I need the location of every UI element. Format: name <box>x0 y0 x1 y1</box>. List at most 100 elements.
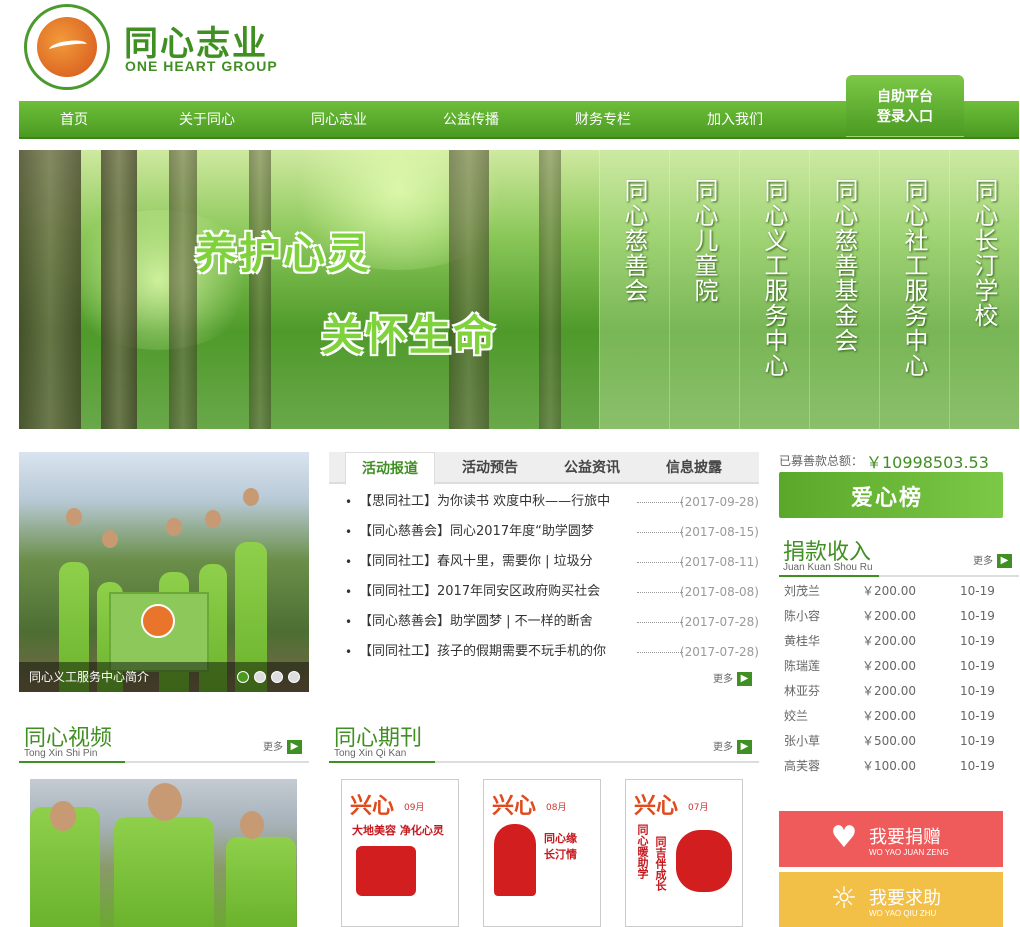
news-item[interactable]: • 【同同社工】孩子的假期需要不玩手机的你 (2017-07-28) <box>345 637 759 667</box>
journal-cover[interactable]: 兴心 07月 同心暖助学 同吉伴成长 <box>625 779 743 927</box>
brand-name-en: ONE HEART GROUP <box>125 58 278 74</box>
slider-dot-2[interactable] <box>254 671 266 683</box>
donor-name: 高芙蓉 <box>784 759 821 773</box>
news-date: (2017-08-15) <box>679 525 759 539</box>
banner-panel-label: 同心慈善基金会 <box>830 178 858 353</box>
papercut-girl-icon <box>494 824 536 896</box>
self-service-login-button[interactable]: 自助平台 登录入口 <box>846 75 964 137</box>
news-title[interactable]: 【同心慈善会】同心2017年度“助学圆梦 <box>359 517 635 547</box>
banner-panel-foundation[interactable]: 同心慈善基金会 <box>809 150 879 429</box>
donation-amount: ￥200.00 <box>862 609 916 623</box>
slider-dot-1[interactable] <box>237 671 249 683</box>
photo-person-head <box>102 530 118 548</box>
tab-charity-news[interactable]: 公益资讯 <box>547 452 637 484</box>
donation-total-value: ￥10998503.53 <box>866 453 989 472</box>
more-label: 更多 <box>713 674 733 685</box>
donate-label: 我要捐赠 <box>869 827 941 848</box>
request-help-button[interactable]: ☼ 我要求助 WO YAO QIU ZHU <box>779 872 1003 927</box>
logo[interactable] <box>24 4 110 90</box>
nav-item-communication[interactable]: 公益传播 <box>431 101 511 139</box>
news-title[interactable]: 【思同社工】为你读书 欢度中秋——行旅中 <box>359 487 635 517</box>
video-person <box>114 817 214 927</box>
hero-banner: 养护心灵 关怀生命 同心慈善会 同心儿童院 同心义工服务中心 同心慈善基金会 同… <box>19 150 1019 429</box>
journal-more-link[interactable]: 更多 ▶ <box>713 738 752 754</box>
journal-mark: 兴心 <box>350 794 395 819</box>
news-list: • 【思同社工】为你读书 欢度中秋——行旅中 (2017-09-28) • 【同… <box>345 487 759 667</box>
slider-dot-3[interactable] <box>271 671 283 683</box>
dotted-leader <box>637 622 683 623</box>
slider-dot-4[interactable] <box>288 671 300 683</box>
banner-panel-charity[interactable]: 同心慈善会 <box>599 150 669 429</box>
donation-amount: ￥200.00 <box>862 584 916 598</box>
help-label: 我要求助 <box>869 888 941 909</box>
banner-panel-school[interactable]: 同心长汀学校 <box>949 150 1019 429</box>
nav-item-join[interactable]: 加入我们 <box>695 101 775 139</box>
banner-panel-volunteer[interactable]: 同心义工服务中心 <box>739 150 809 429</box>
tab-activity-reports[interactable]: 活动报道 <box>345 452 435 486</box>
love-board-button[interactable]: 爱心榜 <box>779 472 1003 518</box>
journal-cover[interactable]: 兴心 09月 大地美容 净化心灵 <box>341 779 459 927</box>
journal-cover[interactable]: 兴心 08月 同心缘 长汀情 <box>483 779 601 927</box>
video-more-link[interactable]: 更多 ▶ <box>263 738 302 754</box>
nav-item-home[interactable]: 首页 <box>41 101 107 139</box>
donation-more-link[interactable]: 更多 ▶ <box>973 552 1012 568</box>
journal-section-subtitle: Tong Xin Qi Kan <box>334 748 407 759</box>
donation-list: 刘茂兰 ￥200.00 10-19 陈小容 ￥200.00 10-19 黄桂华 … <box>779 579 1019 779</box>
more-label: 更多 <box>263 742 283 753</box>
video-thumbnail[interactable] <box>30 779 297 927</box>
news-title[interactable]: 【同同社工】孩子的假期需要不玩手机的你 <box>359 637 635 667</box>
donation-date: 10-19 <box>960 584 995 598</box>
donation-date: 10-19 <box>960 609 995 623</box>
dotted-leader <box>637 502 683 503</box>
donor-name: 黄桂华 <box>784 634 821 648</box>
video-person-head <box>240 811 264 839</box>
donation-row: 张小草 ￥500.00 10-19 <box>779 729 1019 754</box>
tab-activity-preview[interactable]: 活动预告 <box>445 452 535 484</box>
journal-month: 09月 <box>404 803 425 813</box>
nav-item-finance[interactable]: 财务专栏 <box>563 101 643 139</box>
tab-disclosure[interactable]: 信息披露 <box>649 452 739 484</box>
arrow-right-icon: ▶ <box>287 740 302 754</box>
news-item[interactable]: • 【同心慈善会】同心2017年度“助学圆梦 (2017-08-15) <box>345 517 759 547</box>
banner-panel-children[interactable]: 同心儿童院 <box>669 150 739 429</box>
donation-section-subtitle: Juan Kuan Shou Ru <box>783 562 873 573</box>
arrow-right-icon: ▶ <box>737 672 752 686</box>
news-item[interactable]: • 【思同社工】为你读书 欢度中秋——行旅中 (2017-09-28) <box>345 487 759 517</box>
video-person <box>226 837 296 927</box>
banner-panel-label: 同心义工服务中心 <box>760 178 788 378</box>
news-title[interactable]: 【同同社工】2017年同安区政府购买社会 <box>359 577 635 607</box>
bullet-icon: • <box>345 525 353 539</box>
nav-item-career[interactable]: 同心志业 <box>299 101 379 139</box>
donation-amount: ￥200.00 <box>862 709 916 723</box>
nav-item-about[interactable]: 关于同心 <box>167 101 247 139</box>
news-title[interactable]: 【同同社工】春风十里，需要你 | 垃圾分 <box>359 547 635 577</box>
donor-name: 陈瑞莲 <box>784 659 821 673</box>
donation-row: 陈小容 ￥200.00 10-19 <box>779 604 1019 629</box>
love-board-label: 爱心榜 <box>851 486 924 511</box>
photo-person-head <box>166 518 182 536</box>
banner-panel-social-work[interactable]: 同心社工服务中心 <box>879 150 949 429</box>
donation-total-label: 已募善款总额： <box>779 454 864 468</box>
donation-row: 姣兰 ￥200.00 10-19 <box>779 704 1019 729</box>
login-line-1: 自助平台 <box>877 89 933 105</box>
donation-date: 10-19 <box>960 709 995 723</box>
journal-headline: 长汀情 <box>544 848 577 861</box>
photo-flag <box>109 592 209 672</box>
news-item[interactable]: • 【同同社工】春风十里，需要你 | 垃圾分 (2017-08-11) <box>345 547 759 577</box>
donor-name: 刘茂兰 <box>784 584 821 598</box>
video-person-head <box>50 801 76 831</box>
photo-person-head <box>205 510 221 528</box>
intro-photo-slider[interactable]: 同心义工服务中心简介 <box>19 452 309 692</box>
section-divider-accent <box>329 761 435 763</box>
donation-row: 刘茂兰 ￥200.00 10-19 <box>779 579 1019 604</box>
news-more-link[interactable]: 更多 ▶ <box>713 670 752 686</box>
news-item[interactable]: • 【同心慈善会】助学圆梦 | 不一样的断舍 (2017-07-28) <box>345 607 759 637</box>
news-title[interactable]: 【同心慈善会】助学圆梦 | 不一样的断舍 <box>359 607 635 637</box>
news-date: (2017-07-28) <box>679 645 759 659</box>
donation-date: 10-19 <box>960 634 995 648</box>
banner-tree-trunk <box>169 150 197 429</box>
dotted-leader <box>637 652 683 653</box>
news-item[interactable]: • 【同同社工】2017年同安区政府购买社会 (2017-08-08) <box>345 577 759 607</box>
news-date: (2017-08-08) <box>679 585 759 599</box>
donate-button[interactable]: ♥ 我要捐赠 WO YAO JUAN ZENG <box>779 811 1003 867</box>
